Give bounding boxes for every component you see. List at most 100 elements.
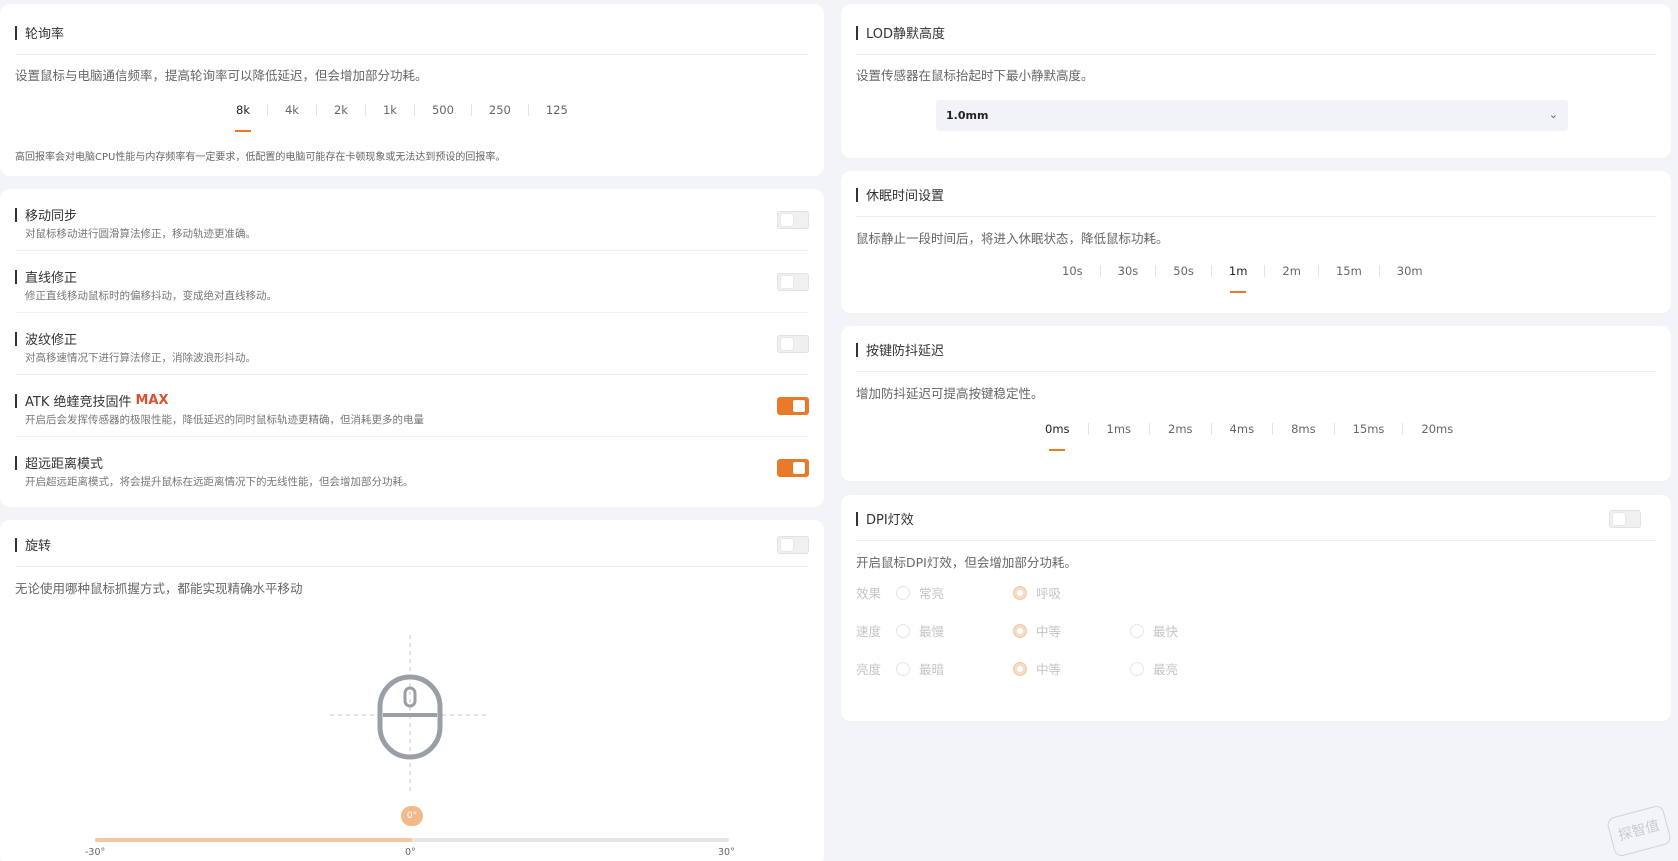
- feature-title: ATK 绝蝰竞技固件 MAX: [15, 391, 169, 410]
- feature-row: 直线修正 修正直线移动鼠标时的偏移抖动，变成绝对直线移动。: [15, 251, 809, 313]
- option-row-label: 速度: [856, 624, 882, 639]
- card-title: 轮询率: [15, 11, 809, 55]
- rotation-toggle[interactable]: [777, 536, 809, 554]
- feature-toggle[interactable]: [777, 335, 809, 353]
- feature-title-text: 移动同步: [25, 209, 78, 224]
- radio-label: 最快: [1153, 624, 1179, 639]
- dpi-light-title: DPI灯效: [866, 513, 914, 528]
- feature-desc: 修正直线移动鼠标时的偏移抖动，变成绝对直线移动。: [25, 290, 277, 302]
- radio-label: 最亮: [1153, 662, 1179, 677]
- title-bar-decoration: [15, 25, 17, 40]
- rotation-slider-fill: [95, 838, 412, 842]
- debounce-desc: 增加防抖延迟可提高按键稳定性。: [856, 386, 1044, 401]
- sleep-option-30m[interactable]: 30m: [1380, 261, 1440, 281]
- radio-option[interactable]: 最暗: [896, 659, 1013, 678]
- feature-desc: 对鼠标移动进行圆滑算法修正，移动轨迹更准确。: [25, 228, 256, 240]
- dpi-light-toggle[interactable]: [1609, 510, 1641, 528]
- polling-option-4k[interactable]: 4k: [268, 100, 316, 120]
- rotation-max-label: 30°: [718, 847, 735, 858]
- feature-title: 超远距离模式: [15, 453, 103, 472]
- radio-label: 最暗: [919, 662, 945, 677]
- dpi-light-option-row: 亮度 最暗 中等 最亮: [856, 659, 1247, 678]
- debounce-option-8ms[interactable]: 8ms: [1273, 419, 1334, 439]
- rotation-slider-thumb[interactable]: 0°: [401, 806, 423, 826]
- sleep-title: 休眠时间设置: [866, 189, 945, 204]
- feature-title-text: 波纹修正: [25, 333, 78, 348]
- feature-title: 波纹修正: [15, 329, 77, 348]
- card-title: 旋转: [15, 523, 809, 567]
- polling-title: 轮询率: [25, 27, 65, 42]
- sleep-card: 休眠时间设置 鼠标静止一段时间后，将进入休眠状态，降低鼠标功耗。 10s 30s 5…: [841, 171, 1671, 313]
- title-bar-decoration: [15, 269, 17, 284]
- polling-option-125[interactable]: 125: [529, 100, 585, 120]
- polling-option-500[interactable]: 500: [415, 100, 471, 120]
- polling-option-8k[interactable]: 8k: [219, 100, 267, 120]
- rotation-min-label: -30°: [85, 847, 106, 858]
- feature-toggle[interactable]: [777, 397, 809, 415]
- sleep-desc: 鼠标静止一段时间后，将进入休眠状态，降低鼠标功耗。: [856, 231, 1169, 246]
- card-title: LOD静默高度: [856, 11, 1656, 55]
- debounce-option-0ms[interactable]: 0ms: [1027, 419, 1088, 439]
- debounce-option-20ms[interactable]: 20ms: [1403, 419, 1471, 439]
- radio-checked-icon: [1013, 661, 1027, 676]
- debounce-option-15ms[interactable]: 15ms: [1335, 419, 1403, 439]
- chevron-down-icon: ⌄: [1548, 108, 1558, 121]
- feature-row: 移动同步对鼠标移动进行圆滑算法修正，移动轨迹更准确。: [15, 189, 809, 251]
- radio-option[interactable]: 呼吸: [1013, 583, 1130, 602]
- radio-option[interactable]: 中等: [1013, 621, 1130, 640]
- radio-option[interactable]: 最亮: [1130, 659, 1247, 678]
- radio-label: 最慢: [919, 624, 945, 639]
- debounce-delay-selector: 0ms 1ms 2ms 4ms 8ms 15ms 20ms: [1027, 419, 1471, 439]
- sleep-option-1m[interactable]: 1m: [1212, 261, 1265, 281]
- polling-option-2k[interactable]: 2k: [317, 100, 365, 120]
- max-badge: MAX: [135, 393, 169, 408]
- rotation-desc: 无论使用哪种鼠标抓握方式，都能实现精确水平移动: [15, 581, 303, 596]
- feature-toggle[interactable]: [777, 459, 809, 477]
- watermark-text: 探智值: [1616, 817, 1662, 845]
- debounce-title: 按键防抖延迟: [866, 344, 945, 359]
- option-row-label: 亮度: [856, 662, 882, 677]
- sleep-option-10s[interactable]: 10s: [1045, 261, 1100, 281]
- radio-option[interactable]: 中等: [1013, 659, 1130, 678]
- title-bar-decoration: [15, 393, 17, 408]
- polling-rate-selector: 8k 4k 2k 1k 500 250 125: [219, 100, 585, 120]
- radio-unchecked-icon: [1130, 661, 1144, 676]
- sleep-option-30s[interactable]: 30s: [1101, 261, 1156, 281]
- radio-label: 呼吸: [1036, 586, 1062, 601]
- radio-unchecked-icon: [896, 585, 910, 600]
- feature-row: 波纹修正对高移速情况下进行算法修正，消除波浪形抖动。: [15, 313, 809, 375]
- feature-desc: 开启后会发挥传感器的极限性能，降低延迟的同时鼠标轨迹更精确，但消耗更多的电量: [25, 414, 424, 426]
- feature-toggle[interactable]: [777, 273, 809, 291]
- rotation-card: 旋转 无论使用哪种鼠标抓握方式，都能实现精确水平移动 0° -30° 0° 30…: [0, 520, 824, 861]
- feature-title: 移动同步: [15, 205, 77, 224]
- radio-label: 中等: [1036, 662, 1062, 677]
- dpi-light-option-row: 效果 常亮 呼吸: [856, 583, 1130, 602]
- radio-unchecked-icon: [896, 661, 910, 676]
- sleep-option-15m[interactable]: 15m: [1319, 261, 1379, 281]
- dpi-light-card: DPI灯效 开启鼠标DPI灯效，但会增加部分功耗。 效果 常亮 呼吸 速度 最慢 中等 最快…: [841, 495, 1671, 721]
- debounce-option-2ms[interactable]: 2ms: [1150, 419, 1211, 439]
- radio-option[interactable]: 最慢: [896, 621, 1013, 640]
- radio-unchecked-icon: [896, 623, 910, 638]
- feature-desc: 对高移速情况下进行算法修正，消除波浪形抖动。: [25, 352, 256, 364]
- lod-selected-value: 1.0mm: [946, 109, 989, 122]
- title-bar-decoration: [856, 342, 858, 357]
- polling-option-250[interactable]: 250: [472, 100, 528, 120]
- title-bar-decoration: [856, 25, 858, 40]
- watermark-logo: 探智值: [1605, 804, 1673, 858]
- radio-option[interactable]: 常亮: [896, 583, 1013, 602]
- polling-option-1k[interactable]: 1k: [366, 100, 414, 120]
- sleep-option-50s[interactable]: 50s: [1156, 261, 1211, 281]
- title-bar-decoration: [15, 207, 17, 222]
- lod-height-select[interactable]: 1.0mm ⌄: [936, 100, 1568, 131]
- debounce-option-4ms[interactable]: 4ms: [1212, 419, 1273, 439]
- radio-option[interactable]: 最快: [1130, 621, 1247, 640]
- card-title: 休眠时间设置: [856, 173, 1656, 217]
- polling-desc: 设置鼠标与电脑通信频率，提高轮询率可以降低延迟，但会增加部分功耗。: [15, 68, 428, 83]
- feature-toggle[interactable]: [777, 211, 809, 229]
- feature-toggles-card: 移动同步对鼠标移动进行圆滑算法修正，移动轨迹更准确。直线修正 修正直线移动鼠标时的…: [0, 189, 824, 507]
- card-title: DPI灯效: [856, 497, 1656, 541]
- mouse-icon: [330, 635, 490, 795]
- debounce-option-1ms[interactable]: 1ms: [1089, 419, 1150, 439]
- sleep-option-2m[interactable]: 2m: [1265, 261, 1318, 281]
